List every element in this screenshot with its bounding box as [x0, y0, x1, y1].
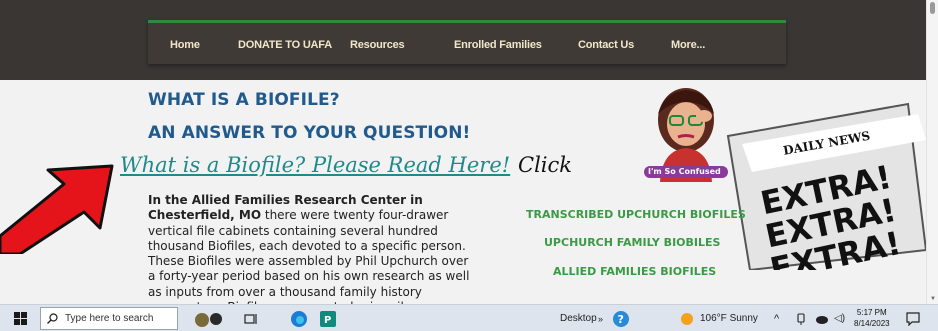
link-upchurch-family-biobiles[interactable]: UPCHURCH FAMILY BIOBILES	[544, 236, 720, 249]
link-allied-families-biofiles[interactable]: ALLIED FAMILIES BIOFILES	[553, 265, 716, 278]
clock-date: 8/14/2023	[854, 319, 890, 328]
nav-resources[interactable]: Resources	[350, 39, 405, 51]
nav-enrolled-families[interactable]: Enrolled Families	[454, 39, 542, 51]
volume-icon[interactable]: ◁)	[834, 305, 845, 331]
svg-text:P: P	[324, 315, 331, 326]
svg-text:?: ?	[618, 313, 624, 326]
edge-browser-icon[interactable]	[290, 305, 308, 331]
taskbar-search-input[interactable]: Type here to search	[40, 307, 178, 330]
bitmoji-caption: I'm So Confused	[648, 167, 721, 176]
extra-newspaper-image: DAILY NEWS EXTRA! EXTRA! EXTRA!	[726, 102, 926, 270]
scrollbar-thumb[interactable]	[930, 2, 935, 14]
biofile-read-link[interactable]: What is a Biofile? Please Read Here!	[120, 153, 510, 177]
description-body: there were twenty four-drawer vertical f…	[148, 208, 470, 314]
nav-donate[interactable]: DONATE TO UAFA	[238, 39, 332, 51]
link-transcribed-upchurch-biofiles[interactable]: TRANSCRIBED UPCHURCH BIOFILES	[526, 208, 746, 221]
nav-more[interactable]: More...	[671, 39, 705, 51]
search-placeholder: Type here to search	[65, 313, 154, 324]
help-icon[interactable]: ?	[612, 305, 630, 331]
page-scrollbar[interactable]: ▼	[926, 0, 938, 304]
weather-sun-icon	[680, 305, 694, 331]
publisher-app-icon[interactable]: P	[320, 305, 336, 331]
red-arrow-icon	[0, 164, 114, 254]
chevron-up-icon[interactable]: ^	[774, 305, 779, 331]
clock-time: 5:17 PM	[856, 308, 887, 317]
biofile-description: In the Allied Families Research Center i…	[148, 193, 478, 315]
nav-home[interactable]: Home	[170, 39, 200, 51]
desktop-toolbar-label[interactable]: Desktop	[560, 305, 597, 331]
nav-contact-us[interactable]: Contact Us	[578, 39, 634, 51]
scroll-down-icon[interactable]: ▼	[930, 296, 936, 302]
cortana-avatar-icon[interactable]	[190, 305, 224, 331]
chevron-right-icon[interactable]: »	[598, 305, 603, 331]
main-content: WHAT IS A BIOFILE? AN ANSWER TO YOUR QUE…	[0, 80, 926, 314]
windows-start-icon[interactable]	[14, 305, 27, 331]
header-band: Home DONATE TO UAFA Resources Enrolled F…	[0, 0, 926, 80]
cloud-icon[interactable]	[815, 305, 829, 331]
search-icon	[47, 313, 58, 324]
windows-taskbar: Type here to search P Desktop » ? 106°F …	[0, 304, 938, 331]
heading-line2: AN ANSWER TO YOUR QUESTION!	[148, 123, 471, 143]
taskbar-clock[interactable]: 5:17 PM 8/14/2023	[854, 307, 890, 329]
click-label: Click	[518, 153, 572, 177]
heading-line1: WHAT IS A BIOFILE?	[148, 90, 340, 110]
task-view-icon[interactable]	[244, 305, 258, 331]
notifications-icon[interactable]	[906, 305, 920, 331]
main-navbar: Home DONATE TO UAFA Resources Enrolled F…	[148, 20, 786, 64]
network-icon[interactable]	[795, 305, 807, 331]
weather-text[interactable]: 106°F Sunny	[700, 305, 758, 331]
